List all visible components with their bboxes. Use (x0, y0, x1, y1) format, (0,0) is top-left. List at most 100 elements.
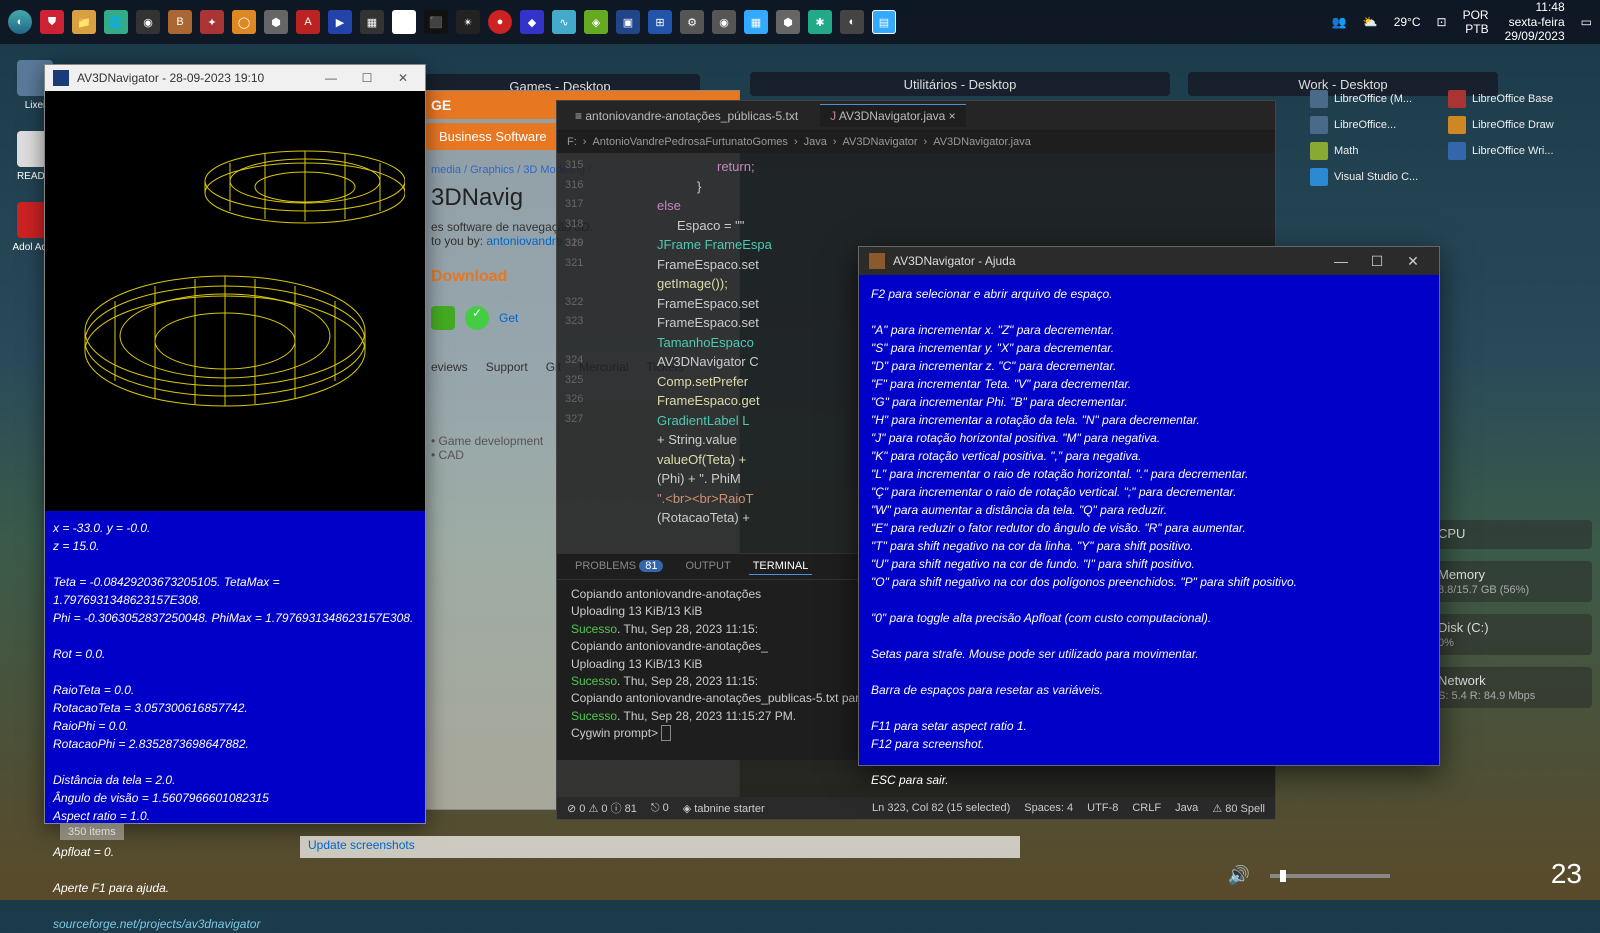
taskbar-apps: ◐ ⛊ 📁 🌐 ◉ B ✦ ◯ ⬢ A ▶ ▦ ◻ ⬛ ✴ ● ◆ ∿ ◈ ▣ … (8, 10, 896, 34)
tab-java[interactable]: J AV3DNavigator.java × (820, 104, 966, 127)
libreoffice-item2[interactable]: LibreOffice... (1310, 116, 1440, 134)
app-icon[interactable]: ◆ (520, 10, 544, 34)
eol[interactable]: CRLF (1132, 802, 1161, 815)
app-icon[interactable]: ◯ (232, 10, 256, 34)
app-icon[interactable]: ▶ (328, 10, 352, 34)
app-icon[interactable]: ⬢ (776, 10, 800, 34)
app-icon[interactable]: ▣ (616, 10, 640, 34)
app-icon[interactable]: ✱ (808, 10, 832, 34)
app-icon[interactable]: ✦ (200, 10, 224, 34)
notifications-icon[interactable]: ▭ (1581, 15, 1592, 29)
items-count: 350 items (60, 824, 124, 840)
editor-tabs: ≡ antoniovandre-anotações_públicas-5.txt… (557, 101, 1275, 131)
app-icon[interactable]: ● (488, 10, 512, 34)
disk-widget[interactable]: Disk (C:) 0% (1432, 614, 1592, 655)
app-icon[interactable]: ⬢ (264, 10, 288, 34)
3d-canvas[interactable] (45, 91, 425, 511)
app-icon[interactable]: A (296, 10, 320, 34)
weather-text: 29°C (1394, 15, 1421, 29)
app-icon[interactable]: B (168, 10, 192, 34)
start-icon[interactable]: ◐ (8, 10, 32, 34)
app-icon[interactable]: 📁 (72, 10, 96, 34)
sf-business-badge[interactable]: Business Software (425, 123, 561, 150)
volume-slider[interactable] (1270, 874, 1390, 878)
close-button[interactable]: ✕ (1397, 251, 1429, 271)
tab-txt[interactable]: ≡ antoniovandre-anotações_públicas-5.txt (565, 105, 808, 127)
people-icon[interactable]: 👥 (1332, 15, 1347, 29)
math-item[interactable]: Math (1310, 142, 1440, 160)
app-icon[interactable]: ◻ (392, 10, 416, 34)
output-tab[interactable]: OUTPUT (681, 558, 734, 575)
status-errors[interactable]: ⊘ 0 ⚠ 0 ⓘ 81 (567, 800, 637, 816)
lang-mode[interactable]: Java (1175, 802, 1198, 815)
close-button[interactable]: ✕ (389, 71, 417, 85)
get-link[interactable]: Get (499, 311, 518, 325)
taskbar-tray: 👥 ⛅ 29°C ⊡ POR PTB 11:48 sexta-feira 29/… (1332, 0, 1592, 43)
update-link[interactable]: Update screenshots (300, 836, 1020, 858)
app-icon[interactable]: 🌐 (104, 10, 128, 34)
app-icon[interactable]: ▦ (360, 10, 384, 34)
app-icon[interactable]: ◐ (840, 10, 864, 34)
libreoffice-item[interactable]: LibreOffice (M... (1310, 90, 1440, 108)
app-icon[interactable]: ◈ (584, 10, 608, 34)
shield-icon: ✓ (465, 306, 489, 330)
volume-icon[interactable]: 🔊 (1228, 865, 1250, 886)
app-icon (869, 253, 885, 269)
memory-widget[interactable]: Memory 8.8/15.7 GB (56%) (1432, 561, 1592, 602)
sf-author-link[interactable]: antoniovandre (486, 234, 562, 248)
system-widgets: CPU Memory 8.8/15.7 GB (56%) Disk (C:) 0… (1432, 520, 1592, 720)
help-titlebar[interactable]: AV3DNavigator - Ajuda — ☐ ✕ (859, 247, 1439, 275)
info-panel: x = -33.0. y = -0.0. z = 15.0. Teta = -0… (45, 511, 425, 823)
encoding[interactable]: UTF-8 (1087, 802, 1118, 815)
libreoffice-writer-item[interactable]: LibreOffice Wri... (1448, 142, 1578, 160)
desktop-clock: 23 (1551, 858, 1582, 890)
help-title: AV3DNavigator - Ajuda (893, 254, 1016, 268)
minimize-button[interactable]: — (317, 71, 345, 85)
libreoffice-draw-item[interactable]: LibreOffice Draw (1448, 116, 1578, 134)
vscode-item[interactable]: Visual Studio C... (1310, 168, 1440, 186)
app-icon[interactable]: ⊞ (648, 10, 672, 34)
app-icon[interactable]: ▤ (872, 10, 896, 34)
work-folder-items: LibreOffice (M... LibreOffice Base Libre… (1310, 90, 1590, 186)
maximize-button[interactable]: ☐ (1361, 251, 1393, 271)
reviews-tab[interactable]: eviews (431, 360, 468, 374)
clock[interactable]: 11:48 sexta-feira 29/09/2023 (1505, 0, 1565, 43)
window-title: AV3DNavigator - 28-09-2023 19:10 (77, 71, 264, 85)
terminal-tab[interactable]: TERMINAL (749, 558, 813, 575)
lang-indicator[interactable]: POR PTB (1463, 8, 1489, 37)
app-icon[interactable]: ✴ (456, 10, 480, 34)
support-tab[interactable]: Support (486, 360, 528, 374)
problems-tab[interactable]: PROBLEMS 81 (571, 558, 667, 575)
app-icon[interactable]: ∿ (552, 10, 576, 34)
app-icon[interactable]: ⚙ (680, 10, 704, 34)
cursor-pos[interactable]: Ln 323, Col 82 (15 selected) (872, 802, 1010, 815)
status-bar: ⊘ 0 ⚠ 0 ⓘ 81 ⎋ 0 ◈ tabnine starter Ln 32… (557, 797, 1275, 819)
spell[interactable]: ⚠ 80 Spell (1212, 802, 1265, 815)
cpu-widget[interactable]: CPU (1432, 520, 1592, 549)
network-widget[interactable]: Network S: 5.4 R: 84.9 Mbps (1432, 667, 1592, 708)
app-icon[interactable]: ▦ (744, 10, 768, 34)
download-button[interactable]: Download (431, 268, 507, 285)
help-text: F2 para selecionar e abrir arquivo de es… (859, 275, 1439, 799)
titlebar[interactable]: AV3DNavigator - 28-09-2023 19:10 — ☐ ✕ (45, 65, 425, 91)
spaces[interactable]: Spaces: 4 (1024, 802, 1073, 815)
maximize-button[interactable]: ☐ (353, 71, 381, 85)
help-window[interactable]: AV3DNavigator - Ajuda — ☐ ✕ F2 para sele… (858, 246, 1440, 766)
tabnine-status[interactable]: ◈ tabnine starter (683, 802, 765, 815)
app-icon[interactable]: ⛊ (40, 10, 64, 34)
app-icon[interactable]: ◉ (712, 10, 736, 34)
torus-render (65, 101, 405, 501)
tray-icon[interactable]: ⊡ (1437, 15, 1447, 29)
breadcrumb[interactable]: F:›AntonioVandrePedrosaFurtunatoGomes›Ja… (557, 131, 1275, 153)
close-icon[interactable]: × (949, 109, 956, 123)
taskbar: ◐ ⛊ 📁 🌐 ◉ B ✦ ◯ ⬢ A ▶ ▦ ◻ ⬛ ✴ ● ◆ ∿ ◈ ▣ … (0, 0, 1600, 44)
libreoffice-base-item[interactable]: LibreOffice Base (1448, 90, 1578, 108)
app-icon[interactable]: ◉ (136, 10, 160, 34)
status-port[interactable]: ⎋ 0 (651, 802, 669, 815)
av3dnavigator-window[interactable]: AV3DNavigator - 28-09-2023 19:10 — ☐ ✕ (44, 64, 426, 824)
folder-util[interactable]: Utilitários - Desktop (750, 72, 1170, 96)
weather-icon[interactable]: ⛅ (1363, 15, 1378, 29)
app-icon[interactable]: ⬛ (424, 10, 448, 34)
sourceforge-link[interactable]: sourceforge.net/projects/av3dnavigator (53, 915, 417, 933)
minimize-button[interactable]: — (1325, 251, 1357, 271)
